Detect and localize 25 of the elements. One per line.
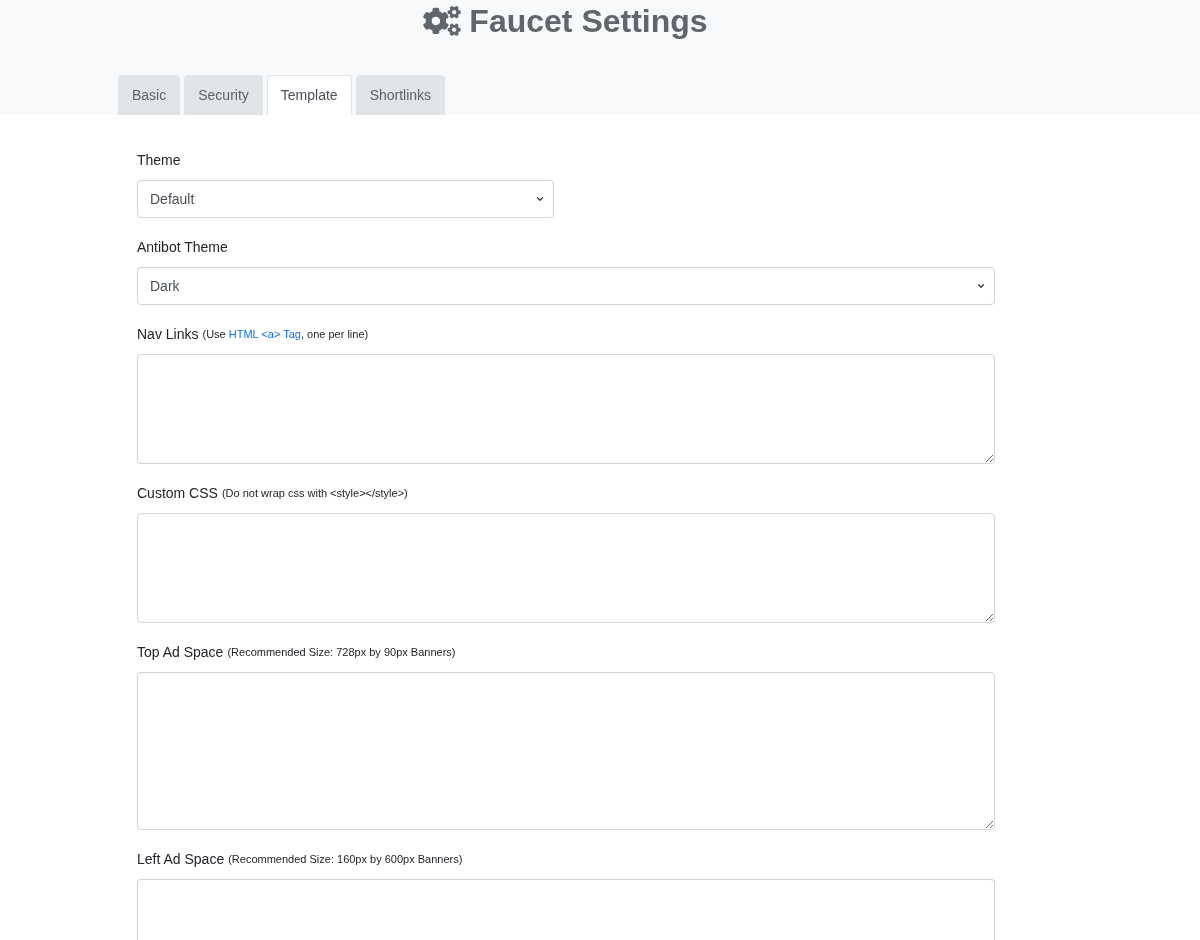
tab[interactable]: Shortlinks xyxy=(355,75,446,115)
field-hint: (Recommended Size: 160px by 600px Banners) xyxy=(228,852,463,868)
dropdown-select[interactable]: Dark xyxy=(137,267,995,305)
chevron-down-icon xyxy=(535,194,545,204)
text-area-field[interactable] xyxy=(137,672,995,830)
tab[interactable]: Template xyxy=(266,75,352,115)
field-label: Custom CSS xyxy=(137,484,218,503)
field-label: Antibot Theme xyxy=(137,238,228,257)
chevron-down-icon xyxy=(976,281,986,291)
text-area-field[interactable] xyxy=(137,879,995,940)
field-label: Top Ad Space xyxy=(137,643,224,662)
text-area-field[interactable] xyxy=(137,354,995,464)
tab[interactable]: Basic xyxy=(118,75,181,115)
field-label: Theme xyxy=(137,151,181,170)
page-title: Faucet Settings xyxy=(469,2,708,41)
field-hint: (Do not wrap css with <style></style>) xyxy=(221,486,408,502)
gears-icon xyxy=(423,6,462,36)
html-tag-link[interactable]: HTML <a> Tag xyxy=(228,328,301,341)
field-hint: (Recommended Size: 728px by 90px Banners) xyxy=(227,645,456,661)
field-label: Nav Links xyxy=(137,325,199,344)
tab[interactable]: Security xyxy=(184,75,263,115)
field-hint: (Use HTML <a> Tag, one per line) xyxy=(202,327,369,343)
text-area-field[interactable] xyxy=(137,513,995,623)
dropdown-select[interactable]: Default xyxy=(137,180,554,218)
field-label: Left Ad Space xyxy=(137,850,225,869)
